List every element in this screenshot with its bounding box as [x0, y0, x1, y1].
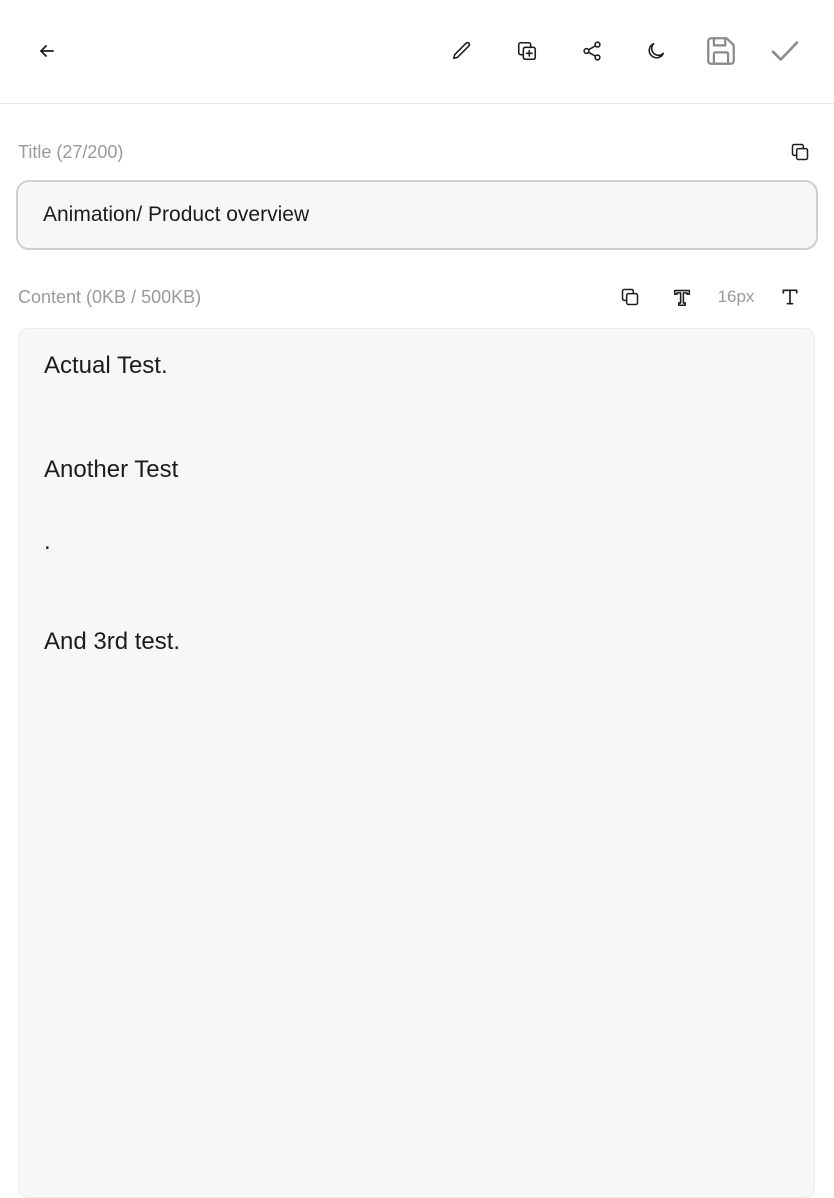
moon-icon	[648, 42, 665, 59]
copy-icon	[791, 143, 809, 161]
content-line: .	[44, 528, 51, 555]
content-line: And 3rd test.	[44, 628, 181, 655]
theme-toggle-button[interactable]	[637, 32, 675, 70]
pencil-icon	[452, 41, 471, 60]
content-label-row: Content (0KB / 500KB) 16px	[18, 282, 816, 312]
content-line: Another Test	[44, 456, 179, 483]
top-toolbar	[0, 0, 834, 104]
content-label: Content (0KB / 500KB)	[18, 286, 202, 307]
font-size-button[interactable]: 16px	[708, 281, 764, 313]
share-icon	[583, 41, 601, 61]
edit-button[interactable]	[443, 32, 481, 70]
content-tools: 16px	[604, 281, 816, 313]
text-icon	[782, 289, 798, 305]
copy-title-button[interactable]	[784, 138, 816, 166]
duplicate-button[interactable]	[508, 32, 546, 70]
done-button[interactable]	[764, 30, 806, 72]
font-size-value: 16px	[717, 287, 755, 306]
save-button[interactable]	[700, 30, 742, 72]
copy-content-button[interactable]	[604, 281, 656, 313]
floppy-disk-icon	[707, 37, 735, 65]
content-line: Actual Test.	[44, 352, 168, 379]
text-format-button[interactable]	[764, 281, 816, 313]
checkmark-icon	[771, 41, 799, 61]
title-label: Title (27/200)	[18, 141, 124, 162]
title-label-row: Title (27/200)	[18, 138, 816, 166]
back-button[interactable]	[28, 32, 66, 70]
text-style-icon	[673, 289, 691, 307]
arrow-left-icon	[40, 45, 54, 57]
font-style-button[interactable]	[656, 281, 708, 313]
content-editor[interactable]: Actual Test. Another Test . And 3rd test…	[18, 328, 815, 1198]
copy-icon	[621, 288, 639, 306]
share-button[interactable]	[573, 32, 611, 70]
copy-plus-icon	[517, 41, 537, 61]
title-input[interactable]	[16, 180, 818, 250]
